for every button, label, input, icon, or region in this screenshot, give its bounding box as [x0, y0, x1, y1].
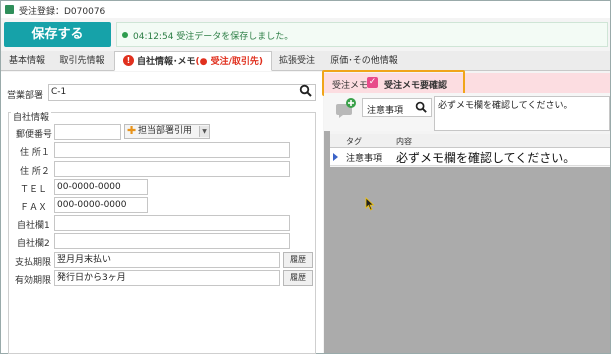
save-button[interactable]: 保存する	[4, 22, 111, 47]
status-message: 04:12:54 受注データを保存しました。	[133, 32, 294, 42]
search-icon[interactable]	[299, 84, 313, 98]
tab-company-memo[interactable]: ! 自社情報･メモ(● 受注/取引先)	[114, 51, 272, 71]
add-memo-icon[interactable]	[334, 97, 356, 119]
window-title: 受注登録：D070076	[19, 7, 106, 17]
dept-input[interactable]: C-1	[48, 84, 316, 101]
validity-input[interactable]: 発行日から3ヶ月	[54, 270, 280, 286]
payment-input[interactable]: 翌月月末払い	[54, 252, 280, 268]
memo-grid-header: タグ 内容	[330, 134, 610, 148]
plus-icon: ✚	[127, 124, 137, 137]
memo-type-value: 注意事項	[367, 106, 404, 116]
grid-header-content[interactable]: 内容	[396, 136, 412, 147]
address1-label: 住 所１	[20, 148, 50, 158]
tab-extended-order[interactable]: 拡張受注	[275, 51, 319, 71]
row-selector-icon	[333, 153, 338, 161]
company-info-panel: 営業部署 C-1 自社情報 郵便番号 ✚ 担当部署引用 ▼ 住 所１ 住 所２ …	[1, 72, 323, 354]
search-icon[interactable]	[415, 101, 428, 114]
memo-textarea[interactable]: 必ずメモ欄を確認してください。	[434, 96, 610, 131]
grid-header-tag[interactable]: タグ	[346, 136, 362, 147]
tel-label: ＴＥＬ	[20, 185, 48, 195]
postal-input[interactable]	[54, 124, 121, 140]
tab-customer-info[interactable]: 取引先情報	[53, 51, 111, 71]
memo-type-input[interactable]: 注意事項	[362, 98, 432, 117]
tab-company-memo-label: 自社情報･メモ	[136, 57, 196, 67]
address2-label: 住 所２	[20, 167, 50, 177]
tel-input[interactable]: 00-0000-0000	[54, 179, 148, 195]
tab-strip: 基本情報 取引先情報 ! 自社情報･メモ(● 受注/取引先) 拡張受注 原価･その…	[1, 51, 610, 71]
title-bar: 受注登録：D070076	[1, 1, 610, 18]
row-tag-cell: 注意事項	[346, 154, 383, 164]
memo-text-value: 必ずメモ欄を確認してください。	[438, 101, 573, 111]
app-icon	[5, 5, 14, 14]
address1-input[interactable]	[54, 142, 290, 158]
dept-label: 営業部署	[7, 91, 44, 101]
tab-cost-other[interactable]: 原価･その他情報	[324, 51, 404, 71]
self-info-group-title: 自社情報	[11, 110, 52, 123]
status-message-bar: 04:12:54 受注データを保存しました。	[116, 22, 608, 47]
tab-company-memo-sublabel: (● 受注/取引先)	[195, 57, 264, 67]
status-dot-icon	[122, 32, 128, 38]
row-content-cell: 必ずメモ欄を確認してください。	[396, 151, 576, 165]
chevron-down-icon[interactable]: ▼	[199, 126, 209, 137]
table-row[interactable]: 注意事項 必ずメモ欄を確認してください。	[330, 148, 610, 166]
mouse-cursor-icon	[365, 197, 375, 211]
fax-label: ＦＡＸ	[20, 203, 48, 213]
custom2-input[interactable]	[54, 233, 290, 249]
postal-label: 郵便番号	[16, 130, 53, 140]
address2-input[interactable]	[54, 161, 290, 177]
assign-dept-label: 担当部署引用	[138, 126, 193, 136]
custom2-label: 自社欄2	[17, 239, 50, 249]
fax-input[interactable]: 000-0000-0000	[54, 197, 148, 213]
assign-dept-button[interactable]: ✚ 担当部署引用 ▼	[124, 124, 210, 139]
warning-icon: !	[122, 55, 134, 66]
custom1-input[interactable]	[54, 215, 290, 231]
tab-basic-info[interactable]: 基本情報	[3, 51, 51, 71]
payment-history-button[interactable]: 履歴	[283, 252, 313, 268]
memo-grid-empty-area	[330, 167, 610, 353]
payment-label: 支払期限	[15, 258, 52, 268]
custom1-label: 自社欄1	[17, 221, 50, 231]
validity-history-button[interactable]: 履歴	[283, 270, 313, 286]
validity-label: 有効期限	[15, 276, 52, 286]
